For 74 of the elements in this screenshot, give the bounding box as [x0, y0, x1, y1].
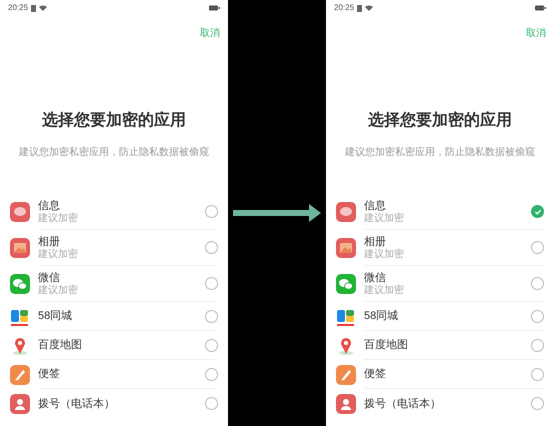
app-hint: 建议加密 [364, 212, 405, 224]
chat-bubble-icon [10, 202, 30, 222]
radio-button[interactable] [531, 277, 544, 290]
sim-card-icon [31, 4, 36, 12]
app-name: 拨号（电话本） [38, 396, 116, 410]
app-row[interactable]: 微信 建议加密 [326, 266, 554, 302]
page-subtitle: 建议您加密私密应用，防止隐私数据被偷窥 [344, 146, 536, 160]
checkmark-icon [534, 208, 542, 216]
radio-button[interactable] [531, 338, 544, 352]
radio-button[interactable] [205, 310, 218, 322]
checked-radio[interactable] [531, 205, 544, 218]
battery-icon [535, 5, 546, 11]
wifi-icon [39, 5, 48, 11]
page-title: 选择您要加密的应用 [367, 110, 513, 131]
app-name: 58同城 [38, 309, 74, 323]
app-row[interactable]: 百度地图 [326, 331, 554, 360]
status-time: 20:25 [8, 2, 28, 14]
app-name: 信息 [364, 198, 387, 212]
chat-bubble-icon [336, 202, 356, 222]
person-icon [10, 394, 30, 414]
app-hint: 建议加密 [38, 248, 79, 260]
radio-button[interactable] [205, 397, 218, 410]
app-row[interactable]: 相册 建议加密 [0, 230, 228, 266]
radio-button[interactable] [205, 205, 218, 218]
app-name: 微信 [364, 270, 387, 284]
app-row[interactable]: 便签 [0, 360, 228, 389]
status-time: 20:25 [334, 2, 354, 14]
radio-button[interactable] [531, 368, 544, 380]
picture-icon [336, 238, 356, 258]
map-pin-icon [10, 336, 30, 356]
app-name: 拨号（电话本） [364, 396, 442, 410]
app-name: 相册 [364, 234, 387, 248]
app-hint: 建议加密 [38, 212, 79, 224]
battery-icon [209, 5, 220, 11]
app-row[interactable]: 拨号（电话本） [0, 389, 228, 418]
app-name: 便签 [38, 367, 61, 381]
app-name: 微信 [38, 270, 61, 284]
app-row[interactable]: 信息 建议加密 [326, 194, 554, 230]
app-row[interactable]: 58同城 [326, 302, 554, 331]
app-name: 便签 [364, 367, 387, 381]
page-title: 选择您要加密的应用 [41, 110, 187, 131]
app-hint: 建议加密 [364, 248, 405, 260]
radio-button[interactable] [205, 241, 218, 254]
radio-button[interactable] [205, 277, 218, 290]
radio-button[interactable] [205, 338, 218, 352]
app-row[interactable]: 拨号（电话本） [326, 389, 554, 418]
app-row[interactable]: 信息 建议加密 [0, 194, 228, 230]
pencil-icon [10, 364, 30, 384]
app-row[interactable]: 58同城 [0, 302, 228, 331]
app-name: 百度地图 [364, 338, 409, 352]
app-row[interactable]: 便签 [326, 360, 554, 389]
chat-bubbles-icon [336, 274, 356, 294]
app-row[interactable]: 相册 建议加密 [326, 230, 554, 266]
radio-button[interactable] [205, 368, 218, 380]
app-name: 百度地图 [38, 338, 83, 352]
app-row[interactable]: 微信 建议加密 [0, 266, 228, 302]
app-name: 58同城 [364, 309, 400, 323]
sim-card-icon [357, 4, 362, 12]
page-subtitle: 建议您加密私密应用，防止隐私数据被偷窥 [18, 146, 210, 160]
person-icon [336, 394, 356, 414]
app-name: 相册 [38, 234, 61, 248]
chat-bubbles-icon [10, 274, 30, 294]
app-hint: 建议加密 [364, 284, 405, 296]
picture-icon [10, 238, 30, 258]
radio-button[interactable] [531, 310, 544, 322]
radio-button[interactable] [531, 397, 544, 410]
right-arrow-icon [233, 204, 321, 222]
pencil-icon [336, 364, 356, 384]
app-name: 信息 [38, 198, 61, 212]
wifi-icon [365, 5, 374, 11]
app-row[interactable]: 百度地图 [0, 331, 228, 360]
map-pin-icon [336, 336, 356, 356]
radio-button[interactable] [531, 241, 544, 254]
app-hint: 建议加密 [38, 284, 79, 296]
